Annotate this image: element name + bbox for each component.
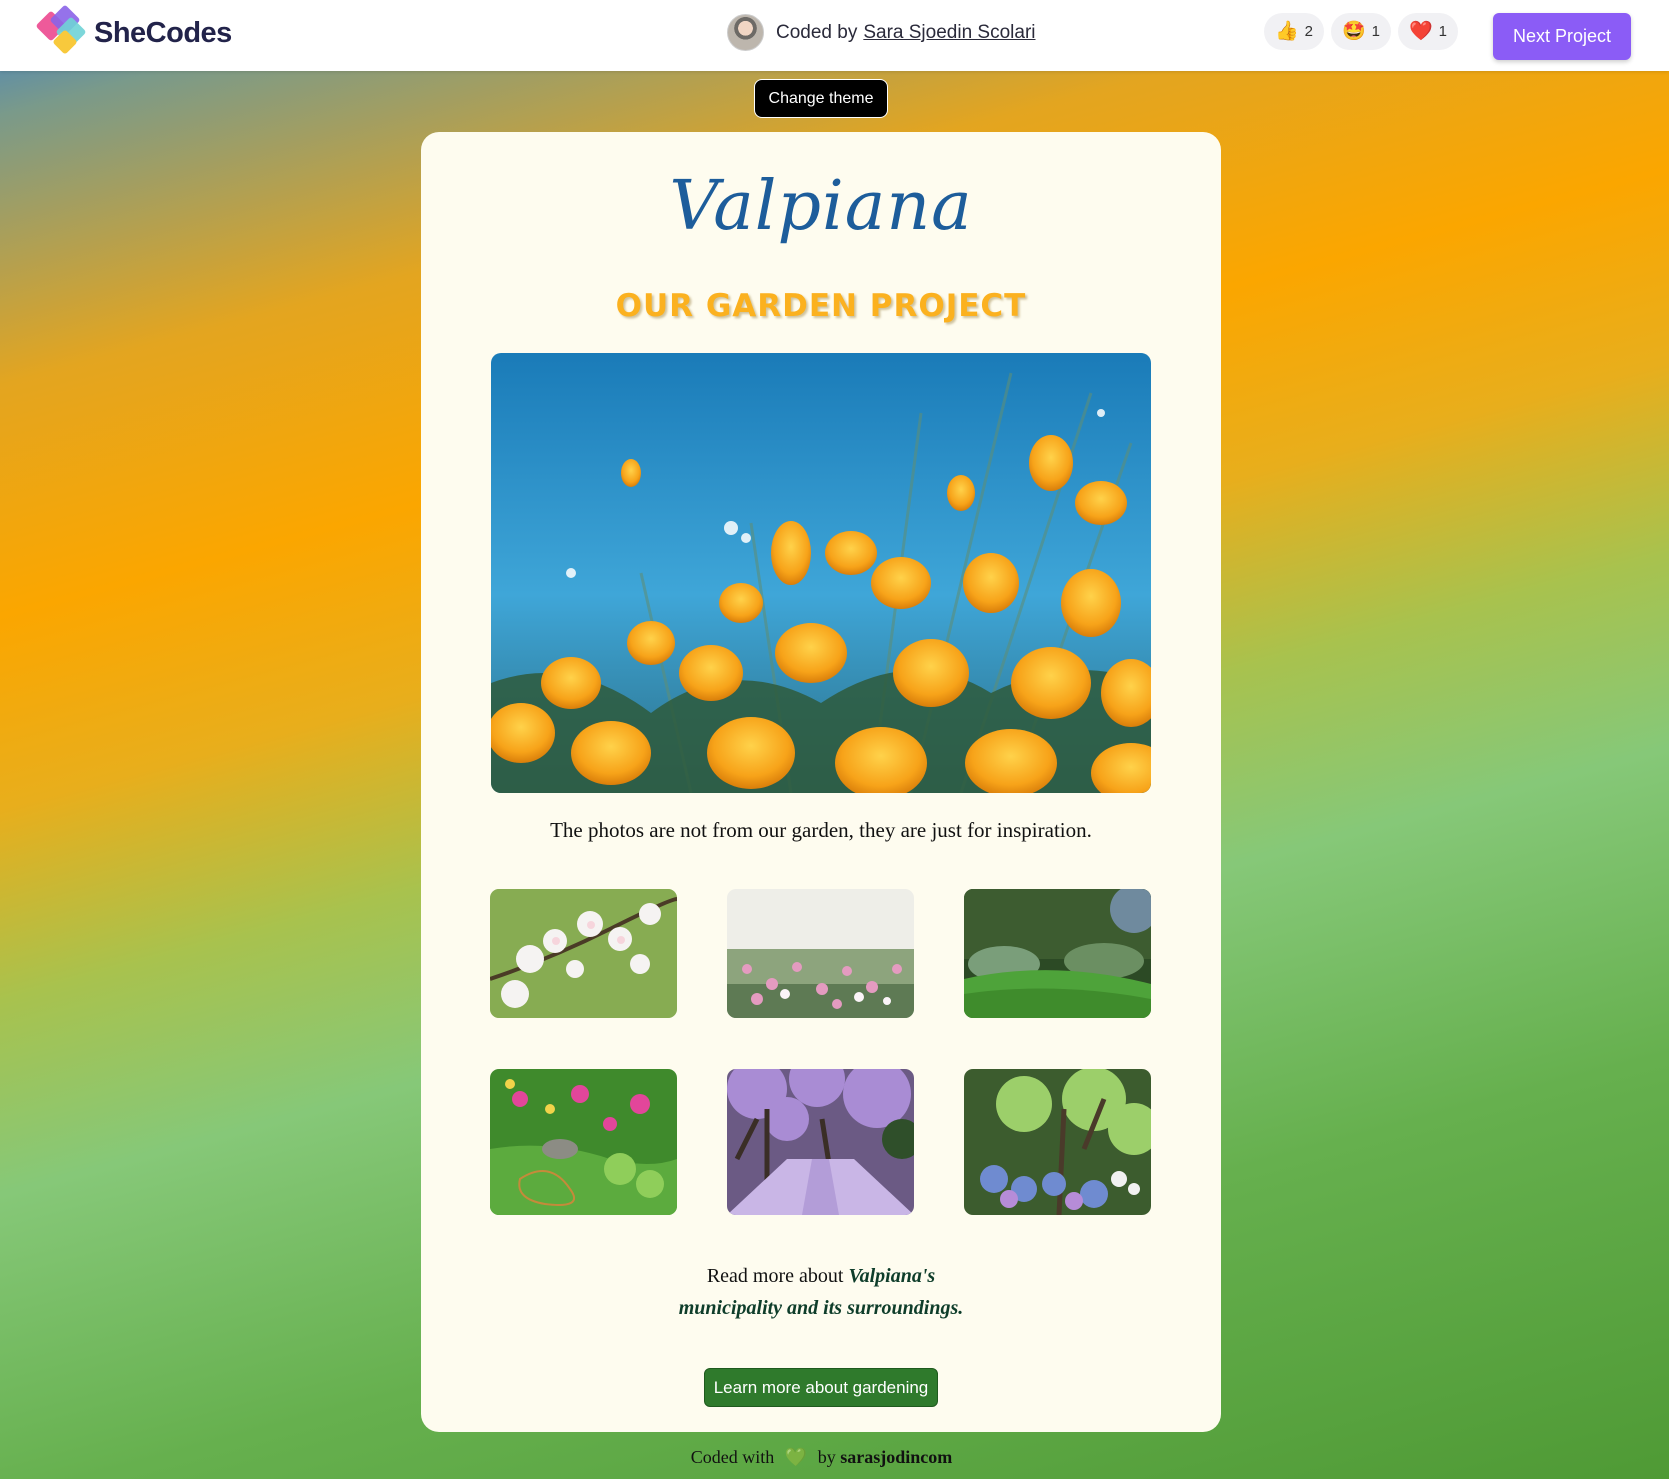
avatar[interactable] — [727, 14, 764, 51]
change-theme-button[interactable]: Change theme — [754, 79, 888, 118]
content-card: Valpiana OUR GARDEN PROJECT The photos a… — [421, 132, 1221, 1432]
gallery-image-blossom — [490, 889, 677, 1018]
next-project-button[interactable]: Next Project — [1493, 13, 1631, 60]
top-bar: SheCodes Coded by Sara Sjoedin Scolari 👍… — [0, 0, 1669, 71]
page-subtitle: OUR GARDEN PROJECT — [615, 288, 1027, 324]
reaction-star-struck[interactable]: 🤩 1 — [1331, 13, 1391, 50]
footer-by: by — [817, 1447, 836, 1467]
gallery-image-flowerbeds — [490, 1069, 677, 1215]
gallery-image-hydrangeas — [964, 1069, 1151, 1215]
green-heart-icon: 💚 — [784, 1447, 808, 1467]
read-more-text: Read more about Valpiana's municipality … — [421, 1260, 1221, 1324]
footer-author-link[interactable]: sarasjodincom — [840, 1447, 952, 1467]
coded-by: Coded by Sara Sjoedin Scolari — [727, 14, 1036, 51]
gallery-image-cosmos — [727, 889, 914, 1018]
star-struck-icon: 🤩 — [1341, 21, 1366, 42]
municipality-link[interactable]: municipality and its surroundings. — [679, 1297, 964, 1319]
reaction-thumbs-up[interactable]: 👍 2 — [1264, 13, 1324, 50]
coded-by-label: Coded by — [776, 21, 858, 43]
footer: Coded with 💚 by sarasjodincom — [0, 1447, 1643, 1468]
shecodes-logo[interactable]: SheCodes — [34, 5, 232, 61]
page-title: Valpiana — [669, 167, 973, 246]
read-more-prefix: Read more about — [706, 1265, 844, 1287]
thumbs-up-icon: 👍 — [1274, 21, 1299, 42]
learn-gardening-button[interactable]: Learn more about gardening — [704, 1368, 938, 1407]
brand-name: SheCodes — [94, 16, 232, 49]
reaction-heart[interactable]: ❤️ 1 — [1398, 13, 1458, 50]
shecodes-logo-icon — [34, 5, 92, 61]
coder-name-link[interactable]: Sara Sjoedin Scolari — [863, 22, 1035, 44]
hero-image — [491, 353, 1151, 793]
gallery-image-jacaranda — [727, 1069, 914, 1215]
reaction-count: 2 — [1304, 23, 1313, 40]
photo-caption: The photos are not from our garden, they… — [550, 818, 1092, 842]
reaction-count: 1 — [1371, 23, 1380, 40]
reaction-count: 1 — [1438, 23, 1447, 40]
gallery-image-lawn — [964, 889, 1151, 1018]
valpiana-link[interactable]: Valpiana's — [848, 1265, 935, 1287]
footer-prefix: Coded with — [690, 1447, 775, 1467]
heart-icon: ❤️ — [1408, 21, 1433, 42]
